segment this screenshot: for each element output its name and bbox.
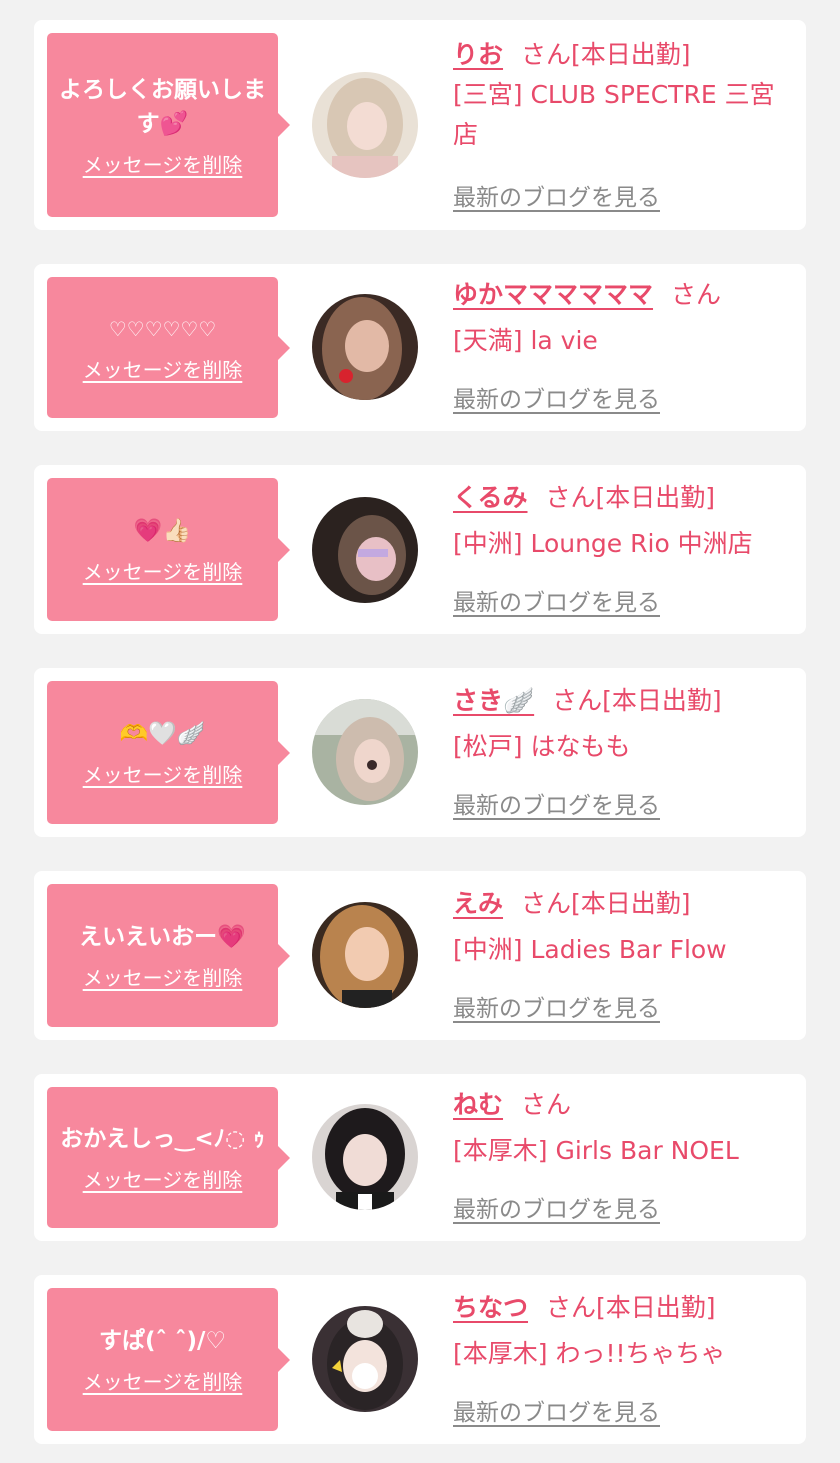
cast-name-link[interactable]: さき🪽	[453, 686, 534, 715]
status-badge: [本日出勤]	[596, 1293, 716, 1322]
message-text: えいえいおー💗	[79, 924, 246, 950]
cast-info: ゆかママママママ さん [天満] la vie	[453, 275, 788, 361]
message-bubble: すぱ(ˆ ˆ)/♡ メッセージを削除	[47, 1288, 290, 1431]
latest-blog-link[interactable]: 最新のブログを見る	[453, 380, 660, 414]
avatar[interactable]	[312, 1306, 418, 1412]
message-card: 🫶🤍🪽 メッセージを削除 さき🪽 さん[本日出勤] [松戸] はなもも 最新のブロ…	[34, 668, 806, 837]
cast-name-link[interactable]: えみ	[453, 889, 503, 918]
cast-info: ちなつ さん[本日出勤] [本厚木] わっ!!ちゃちゃ	[453, 1288, 788, 1374]
message-card: えいえいおー💗 メッセージを削除 えみ さん[本日出勤] [中洲] Ladies …	[34, 871, 806, 1040]
delete-message-link[interactable]: メッセージを削除	[83, 354, 243, 383]
name-line: りお さん[本日出勤]	[453, 35, 788, 75]
status-badge: [本日出勤]	[571, 889, 691, 918]
message-text: 💗👍🏻	[133, 518, 192, 544]
message-bubble: 💗👍🏻 メッセージを削除	[47, 478, 290, 621]
message-card: 💗👍🏻 メッセージを削除 くるみ さん[本日出勤] [中洲] Lounge Rio…	[34, 465, 806, 634]
latest-blog-link[interactable]: 最新のブログを見る	[453, 786, 660, 820]
latest-blog-link[interactable]: 最新のブログを見る	[453, 583, 660, 617]
message-list: よろしくお願いします💕 メッセージを削除 りお さん[本日出勤] [三宮] CLU…	[34, 20, 806, 1444]
cast-name-link[interactable]: ゆかママママママ	[453, 280, 653, 309]
message-card: ♡♡♡♡♡♡ メッセージを削除 ゆかママママママ さん [天満] la vie 最…	[34, 264, 806, 431]
avatar[interactable]	[312, 72, 418, 178]
avatar[interactable]	[312, 699, 418, 805]
shop-name: [本厚木] わっ!!ちゃちゃ	[453, 1339, 726, 1368]
latest-blog-link[interactable]: 最新のブログを見る	[453, 178, 660, 212]
delete-message-link[interactable]: メッセージを削除	[83, 962, 243, 991]
shop-name: [中洲] Ladies Bar Flow	[453, 935, 727, 964]
cast-info: りお さん[本日出勤] [三宮] CLUB SPECTRE 三宮店	[453, 35, 788, 155]
avatar[interactable]	[312, 497, 418, 603]
message-text: 🫶🤍🪽	[119, 721, 206, 747]
shop-name: [三宮] CLUB SPECTRE 三宮店	[453, 80, 775, 149]
message-text: おかえしっ‿<ﾉ◌ ｩ	[60, 1126, 265, 1152]
latest-blog-link[interactable]: 最新のブログを見る	[453, 1190, 660, 1224]
status-badge: [本日出勤]	[602, 686, 722, 715]
shop-name: [本厚木] Girls Bar NOEL	[453, 1136, 739, 1165]
message-bubble: おかえしっ‿<ﾉ◌ ｩ メッセージを削除	[47, 1087, 290, 1228]
honorific: さん	[521, 40, 572, 69]
message-text: すぱ(ˆ ˆ)/♡	[98, 1328, 227, 1354]
cast-info: さき🪽 さん[本日出勤] [松戸] はなもも	[453, 681, 788, 767]
name-line: ねむ さん	[453, 1085, 788, 1125]
avatar[interactable]	[312, 902, 418, 1008]
honorific: さん	[546, 1293, 597, 1322]
status-badge: [本日出勤]	[571, 40, 691, 69]
honorific: さん	[552, 686, 603, 715]
cast-info: えみ さん[本日出勤] [中洲] Ladies Bar Flow	[453, 884, 788, 970]
name-line: ゆかママママママ さん	[453, 275, 788, 315]
latest-blog-link[interactable]: 最新のブログを見る	[453, 989, 660, 1023]
cast-name-link[interactable]: りお	[453, 40, 503, 69]
name-line: くるみ さん[本日出勤]	[453, 478, 788, 518]
cast-name-link[interactable]: ちなつ	[453, 1293, 528, 1322]
latest-blog-link[interactable]: 最新のブログを見る	[453, 1393, 660, 1427]
cast-name-link[interactable]: くるみ	[453, 483, 528, 512]
cast-name-link[interactable]: ねむ	[453, 1090, 503, 1119]
message-bubble: えいえいおー💗 メッセージを削除	[47, 884, 290, 1027]
status-badge: [本日出勤]	[595, 483, 716, 512]
name-line: えみ さん[本日出勤]	[453, 884, 788, 924]
delete-message-link[interactable]: メッセージを削除	[83, 1164, 243, 1193]
avatar[interactable]	[312, 1104, 418, 1210]
message-bubble: よろしくお願いします💕 メッセージを削除	[47, 33, 290, 217]
honorific: さん	[521, 1090, 572, 1119]
message-card: すぱ(ˆ ˆ)/♡ メッセージを削除 ちなつ さん[本日出勤] [本厚木] わっ!…	[34, 1275, 806, 1444]
name-line: さき🪽 さん[本日出勤]	[453, 681, 788, 721]
delete-message-link[interactable]: メッセージを削除	[83, 556, 243, 585]
delete-message-link[interactable]: メッセージを削除	[83, 1366, 243, 1395]
message-text: よろしくお願いします💕	[59, 76, 266, 137]
message-text: ♡♡♡♡♡♡	[108, 317, 217, 341]
shop-name: [松戸] はなもも	[453, 732, 631, 761]
shop-name: [中洲] Lounge Rio 中洲店	[453, 529, 753, 558]
cast-info: くるみ さん[本日出勤] [中洲] Lounge Rio 中洲店	[453, 478, 788, 564]
honorific: さん	[521, 889, 572, 918]
honorific: さん	[671, 280, 722, 309]
message-card: おかえしっ‿<ﾉ◌ ｩ メッセージを削除 ねむ さん [本厚木] Girls Ba…	[34, 1074, 806, 1241]
cast-info: ねむ さん [本厚木] Girls Bar NOEL	[453, 1085, 788, 1171]
name-line: ちなつ さん[本日出勤]	[453, 1288, 788, 1328]
honorific: さん	[545, 483, 596, 512]
avatar[interactable]	[312, 294, 418, 400]
message-bubble: 🫶🤍🪽 メッセージを削除	[47, 681, 290, 824]
message-card: よろしくお願いします💕 メッセージを削除 りお さん[本日出勤] [三宮] CLU…	[34, 20, 806, 230]
shop-name: [天満] la vie	[453, 326, 598, 355]
delete-message-link[interactable]: メッセージを削除	[83, 149, 243, 178]
message-bubble: ♡♡♡♡♡♡ メッセージを削除	[47, 277, 290, 418]
delete-message-link[interactable]: メッセージを削除	[83, 759, 243, 788]
